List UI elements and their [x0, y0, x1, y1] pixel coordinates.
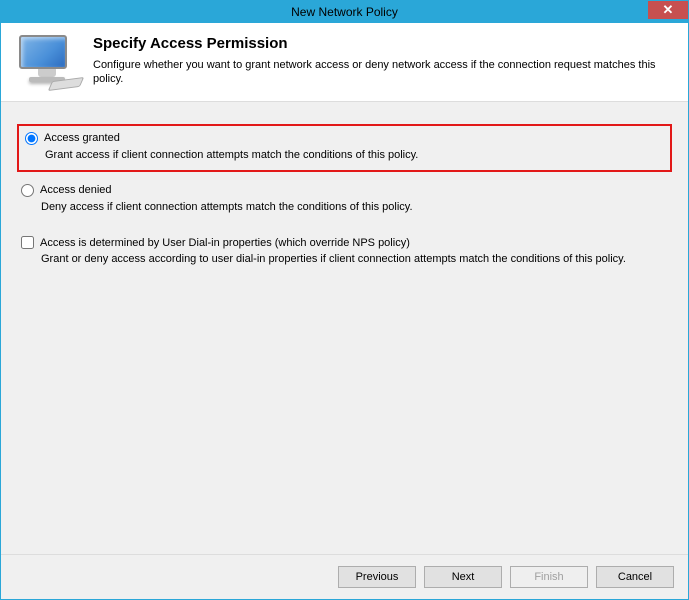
- finish-button[interactable]: Finish: [510, 566, 588, 588]
- radio-access-granted[interactable]: [25, 132, 38, 145]
- desc-dialin-override: Grant or deny access according to user d…: [41, 252, 668, 266]
- page-title: Specify Access Permission: [93, 35, 670, 52]
- content-area: Access granted Grant access if client co…: [1, 101, 688, 555]
- option-access-granted-group: Access granted Grant access if client co…: [17, 124, 672, 172]
- option-dialin-group: Access is determined by User Dial-in pro…: [17, 234, 672, 268]
- previous-button[interactable]: Previous: [338, 566, 416, 588]
- option-access-denied-group: Access denied Deny access if client conn…: [17, 182, 672, 216]
- cancel-button[interactable]: Cancel: [596, 566, 674, 588]
- page-subtitle: Configure whether you want to grant netw…: [93, 58, 670, 87]
- desc-access-denied: Deny access if client connection attempt…: [41, 200, 668, 214]
- close-icon: ✕: [663, 2, 674, 18]
- window-title: New Network Policy: [291, 5, 398, 19]
- footer: Previous Next Finish Cancel: [1, 555, 688, 599]
- label-dialin-override: Access is determined by User Dial-in pro…: [40, 237, 410, 249]
- header-text: Specify Access Permission Configure whet…: [93, 35, 670, 87]
- header: Specify Access Permission Configure whet…: [1, 23, 688, 101]
- monitor-policy-icon: [19, 35, 75, 85]
- next-button[interactable]: Next: [424, 566, 502, 588]
- desc-access-granted: Grant access if client connection attemp…: [45, 148, 664, 162]
- label-access-denied: Access denied: [40, 184, 112, 196]
- checkbox-dialin-override[interactable]: [21, 236, 34, 249]
- label-access-granted: Access granted: [44, 132, 120, 144]
- titlebar: New Network Policy ✕: [1, 1, 688, 23]
- radio-access-denied[interactable]: [21, 184, 34, 197]
- dialog-window: New Network Policy ✕ Specify Access Perm…: [0, 0, 689, 600]
- close-button[interactable]: ✕: [648, 1, 688, 19]
